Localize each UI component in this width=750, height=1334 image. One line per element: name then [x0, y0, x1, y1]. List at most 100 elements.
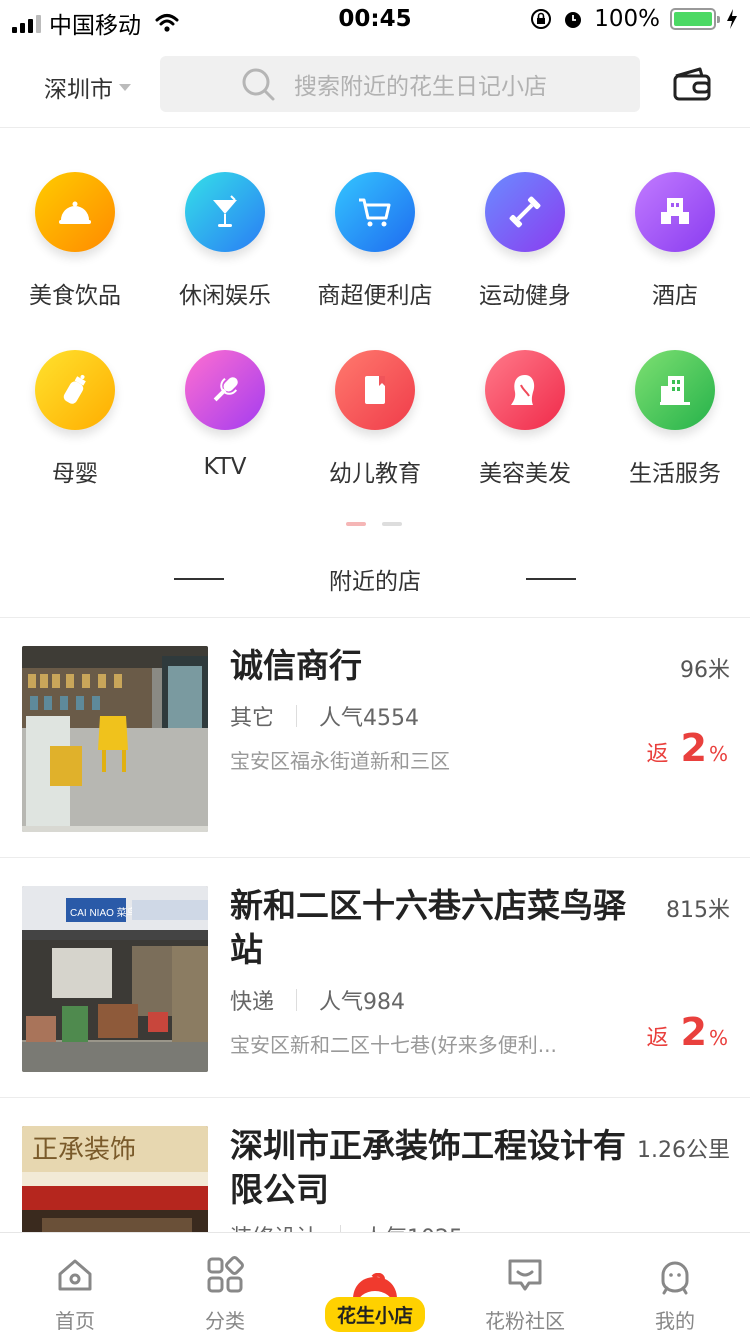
shop-address: 宝安区新和二区十七巷(好来多便利...	[230, 1033, 557, 1057]
category-label: 美容美发	[479, 461, 571, 487]
category-label: 生活服务	[629, 461, 721, 487]
category-label: 美食饮品	[29, 283, 121, 309]
shop-name: 新和二区十六巷六店菜鸟驿站	[230, 886, 626, 969]
shop-list-item[interactable]: CAI NIAO 菜鸟驿站 新和二区十六巷六店菜鸟驿站 815米 快递 人气98…	[0, 858, 750, 1098]
shop-thumbnail	[22, 646, 208, 832]
shop-distance: 1.26公里	[637, 1138, 730, 1163]
tab-profile[interactable]: 我的	[600, 1233, 750, 1334]
shop-category: 装修设计	[230, 1220, 318, 1232]
shopping-cart-icon	[335, 172, 415, 252]
battery-percent: 100%	[594, 6, 660, 32]
category-food[interactable]: 美食饮品	[0, 172, 150, 310]
shop-name: 深圳市正承装饰工程设计有限公司	[230, 1126, 626, 1209]
dumbbell-icon	[485, 172, 565, 252]
shop-list-item[interactable]: 诚信商行 96米 其它 人气4554 宝安区福永街道新和三区 返 2 %	[0, 618, 750, 858]
tab-community[interactable]: 花粉社区	[450, 1233, 600, 1334]
community-chat-icon	[508, 1259, 542, 1291]
category-hotel[interactable]: 酒店	[600, 172, 750, 310]
category-label: 商超便利店	[317, 283, 433, 309]
divider-line	[526, 578, 576, 580]
caret-down-icon	[119, 83, 131, 91]
battery-icon	[670, 8, 720, 30]
city-selector[interactable]: 深圳市	[44, 70, 131, 104]
category-grid-icon	[207, 1256, 244, 1293]
shop-popularity: 人气1025	[363, 1220, 463, 1232]
shop-popularity: 人气984	[319, 990, 406, 1015]
category-ktv[interactable]: KTV	[150, 350, 300, 480]
category-life-service[interactable]: 生活服务	[600, 350, 750, 488]
category-baby[interactable]: 母婴	[0, 350, 150, 488]
category-label: 运动健身	[479, 283, 571, 309]
bottom-tab-bar: 首页 分类 花生小店 花粉社区 我的	[0, 1232, 750, 1334]
tab-label: 花生小店	[324, 1297, 426, 1332]
tab-peanut-shop[interactable]: 花生小店	[300, 1233, 450, 1334]
search-bar[interactable]: 搜索附近的花生日记小店	[160, 56, 640, 112]
alarm-icon	[565, 12, 582, 28]
category-label: 母婴	[52, 461, 98, 487]
tab-label: 我的	[655, 1309, 695, 1333]
category-supermarket[interactable]: 商超便利店	[300, 172, 450, 310]
page-dot	[382, 522, 402, 526]
shop-name: 诚信商行	[230, 646, 362, 685]
city-label: 深圳市	[44, 77, 113, 103]
category-fitness[interactable]: 运动健身	[450, 172, 600, 310]
search-placeholder: 搜索附近的花生日记小店	[294, 74, 547, 100]
sign-text: 正承装饰	[32, 1135, 136, 1165]
building-icon	[635, 350, 715, 430]
hotel-icon	[635, 172, 715, 252]
shop-meta: 快递 人气984	[230, 984, 405, 1016]
book-icon	[335, 350, 415, 430]
home-icon	[58, 1259, 92, 1291]
tab-home[interactable]: 首页	[0, 1233, 150, 1334]
microphone-icon	[185, 350, 265, 430]
shop-category: 快递	[230, 990, 275, 1015]
shop-thumbnail: 正承装饰	[22, 1126, 208, 1232]
rebate-unit: %	[708, 1026, 728, 1050]
section-header: 附近的店	[0, 562, 750, 595]
category-label: 酒店	[652, 283, 698, 309]
shop-popularity: 人气4554	[319, 706, 420, 731]
category-label: 休闲娱乐	[179, 283, 271, 309]
food-cloche-icon	[35, 172, 115, 252]
shop-list-item[interactable]: 正承装饰 深圳市正承装饰工程设计有限公司 1.26公里 装修设计 人气1025	[0, 1098, 750, 1232]
rebate-prefix: 返	[646, 1026, 669, 1051]
header: 深圳市 搜索附近的花生日记小店	[0, 40, 750, 128]
rebate-unit: %	[708, 742, 728, 766]
shop-category: 其它	[230, 706, 275, 731]
shop-thumbnail: CAI NIAO 菜鸟驿站	[22, 886, 208, 1072]
rebate-value: 2	[680, 1010, 707, 1054]
shop-distance: 815米	[666, 898, 730, 923]
rebate-prefix: 返	[646, 742, 669, 767]
category-beauty[interactable]: 美容美发	[450, 350, 600, 488]
section-title: 附近的店	[329, 569, 421, 595]
shop-rebate: 返 2 %	[647, 1010, 728, 1054]
search-icon	[242, 68, 275, 101]
shop-rebate: 返 2 %	[647, 726, 728, 770]
category-education[interactable]: 幼儿教育	[300, 350, 450, 488]
shop-distance: 96米	[680, 658, 730, 683]
rebate-value: 2	[680, 726, 707, 770]
tab-label: 花粉社区	[485, 1309, 565, 1333]
tab-category[interactable]: 分类	[150, 1233, 300, 1334]
meta-divider	[296, 989, 298, 1011]
page-dot-active	[346, 522, 366, 526]
category-label: KTV	[203, 454, 247, 480]
wallet-icon[interactable]	[672, 66, 712, 102]
category-leisure[interactable]: 休闲娱乐	[150, 172, 300, 310]
profile-icon	[661, 1261, 689, 1295]
meta-divider	[340, 1225, 342, 1232]
shop-meta: 装修设计 人气1025	[230, 1220, 463, 1232]
category-label: 幼儿教育	[329, 461, 421, 487]
baby-bottle-icon	[35, 350, 115, 430]
shop-meta: 其它 人气4554	[230, 700, 419, 732]
tab-label: 分类	[205, 1309, 245, 1333]
page-indicator	[346, 522, 402, 526]
woman-hair-icon	[485, 350, 565, 430]
cocktail-icon	[185, 172, 265, 252]
charging-icon	[727, 9, 737, 29]
status-bar: 中国移动 00:45 100%	[0, 0, 750, 40]
shop-address: 宝安区福永街道新和三区	[230, 749, 450, 773]
meta-divider	[296, 705, 298, 727]
rotation-lock-icon	[531, 9, 552, 29]
tab-label: 首页	[55, 1309, 95, 1333]
